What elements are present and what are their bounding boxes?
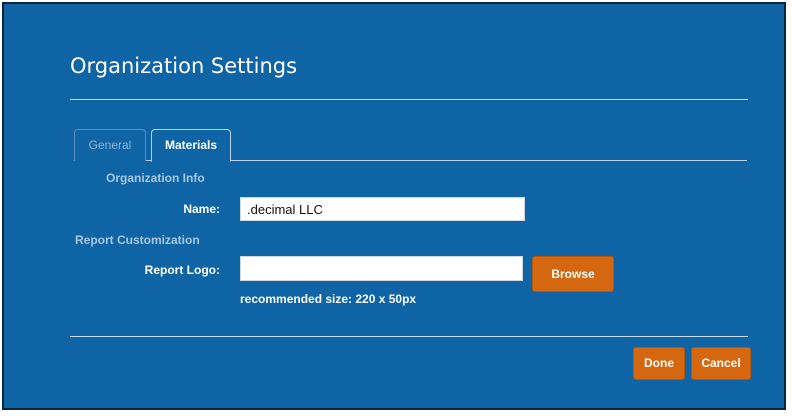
organization-settings-dialog: Organization Settings General Materials … <box>2 2 786 410</box>
report-customization-heading: Report Customization <box>75 233 200 247</box>
header-divider <box>70 99 748 100</box>
done-button[interactable]: Done <box>633 347 685 380</box>
cancel-button[interactable]: Cancel <box>691 347 751 380</box>
organization-name-input[interactable] <box>240 197 525 221</box>
name-label: Name: <box>183 202 220 216</box>
browse-button[interactable]: Browse <box>532 256 614 292</box>
tab-general[interactable]: General <box>74 129 146 161</box>
settings-tabs: General Materials <box>74 129 747 162</box>
logo-size-hint: recommended size: 220 x 50px <box>240 292 417 306</box>
dialog-title: Organization Settings <box>70 54 298 78</box>
footer-divider <box>70 336 748 337</box>
report-logo-label: Report Logo: <box>144 263 220 277</box>
report-logo-input[interactable] <box>240 256 523 281</box>
tab-materials[interactable]: Materials <box>151 129 231 162</box>
organization-info-heading: Organization Info <box>106 171 205 185</box>
